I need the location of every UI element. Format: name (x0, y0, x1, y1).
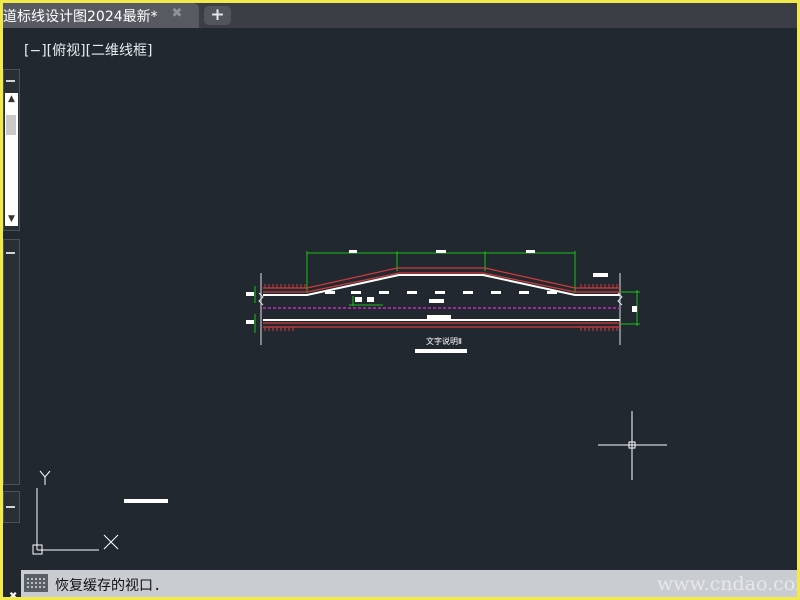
crosshair-cursor (598, 411, 667, 480)
dashed-lane-line (325, 291, 557, 294)
annotation-mark (124, 499, 168, 503)
lane-markings (263, 274, 620, 321)
cad-window: 道标线设计图2024最新* ✖ + [−][俯视][二维线框] ▲ ▼ 文字说明… (3, 3, 797, 597)
command-line-bar[interactable]: 恢复缓存的视口. www.cndao.com (21, 570, 797, 597)
break-symbol-left (258, 292, 264, 306)
drawing-caption: 文字说明Ⅱ (426, 336, 462, 346)
close-command-line-icon[interactable]: ✖ (9, 592, 21, 598)
annotation-blocks (355, 273, 608, 353)
command-line-message: 恢复缓存的视口. (55, 578, 162, 594)
drawing-canvas[interactable]: 文字说明Ⅱ (3, 3, 797, 597)
ucs-icon (32, 470, 119, 555)
watermark: www.cndao.com (657, 573, 797, 595)
command-line-grip-icon[interactable] (24, 574, 48, 592)
